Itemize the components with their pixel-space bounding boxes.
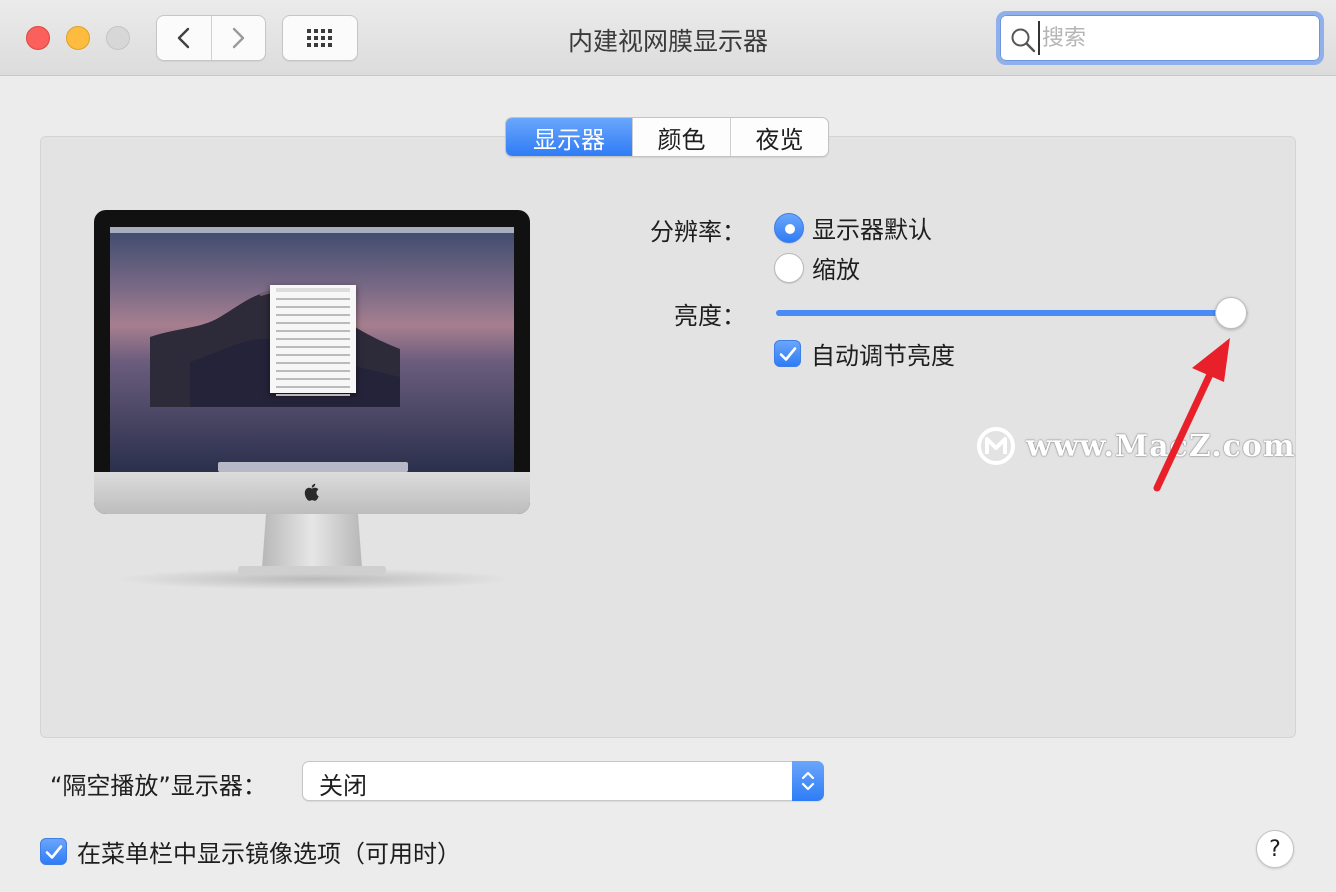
airplay-display-select[interactable]: 关闭: [302, 761, 824, 801]
select-stepper[interactable]: [792, 761, 824, 801]
imac-stand: [262, 514, 362, 568]
show-all-button[interactable]: [282, 15, 358, 61]
desktop-wallpaper: [110, 227, 514, 473]
imac-foot: [238, 566, 386, 574]
close-window-button[interactable]: [26, 26, 50, 50]
settings-tabs: 显示器 颜色 夜览: [505, 117, 829, 157]
title-bar: 内建视网膜显示器: [0, 0, 1336, 76]
grid-icon: [307, 29, 332, 47]
desktop-menu-bar: [110, 227, 514, 233]
slider-knob[interactable]: [1215, 297, 1247, 329]
resolution-default-option[interactable]: 显示器默认: [774, 210, 932, 245]
imac-bezel: [94, 210, 530, 514]
resolution-label: 分辨率：: [650, 218, 746, 246]
show-mirroring-option[interactable]: 在菜单栏中显示镜像选项（可用时）: [40, 834, 461, 869]
radio-scaled-label: 缩放: [812, 256, 860, 284]
brightness-label: 亮度：: [674, 302, 746, 330]
search-input[interactable]: [1038, 21, 1308, 55]
chevron-left-icon: [177, 27, 189, 49]
zoom-window-button[interactable]: [106, 26, 130, 50]
window-title: 内建视网膜显示器: [567, 27, 768, 56]
imac-display-image: [94, 210, 530, 590]
magnifier-icon: [1011, 28, 1036, 53]
apple-logo-icon: [304, 483, 319, 501]
document-window: [270, 285, 356, 396]
tab-night-shift[interactable]: 夜览: [730, 118, 828, 156]
auto-brightness-checkbox[interactable]: [774, 340, 801, 367]
checkmark-icon: [45, 844, 62, 859]
show-mirroring-checkbox[interactable]: [40, 838, 67, 865]
desktop-dock: [218, 462, 408, 472]
back-button[interactable]: [157, 16, 211, 60]
brightness-slider[interactable]: [776, 297, 1266, 329]
annotation-arrow-icon: [1153, 338, 1230, 492]
minimize-window-button[interactable]: [66, 26, 90, 50]
navigation-buttons: [156, 15, 266, 61]
resolution-scaled-option[interactable]: 缩放: [774, 250, 860, 285]
airplay-display-label: “隔空播放”显示器：: [50, 772, 267, 800]
search-field[interactable]: [996, 11, 1324, 65]
radio-button-scaled[interactable]: [774, 252, 804, 283]
show-mirroring-label: 在菜单栏中显示镜像选项（可用时）: [77, 840, 461, 868]
airplay-select-value: 关闭: [319, 772, 367, 800]
radio-default-label: 显示器默认: [812, 216, 932, 244]
slider-track: [776, 310, 1248, 316]
help-button[interactable]: ?: [1256, 830, 1294, 868]
question-mark-icon: ?: [1269, 836, 1281, 862]
forward-button[interactable]: [210, 16, 266, 60]
auto-brightness-label: 自动调节亮度: [811, 342, 955, 370]
checkmark-icon: [779, 346, 796, 361]
auto-brightness-option[interactable]: 自动调节亮度: [774, 336, 955, 371]
watermark: www.MacZ.com: [976, 426, 1296, 466]
macz-logo-icon: [977, 427, 1015, 465]
tab-color[interactable]: 颜色: [632, 118, 730, 156]
chevron-right-icon: [233, 27, 245, 49]
slider-fill: [776, 310, 1228, 316]
tab-display[interactable]: 显示器: [506, 118, 632, 156]
up-down-chevron-icon: [801, 771, 815, 791]
radio-button-default[interactable]: [774, 212, 804, 243]
